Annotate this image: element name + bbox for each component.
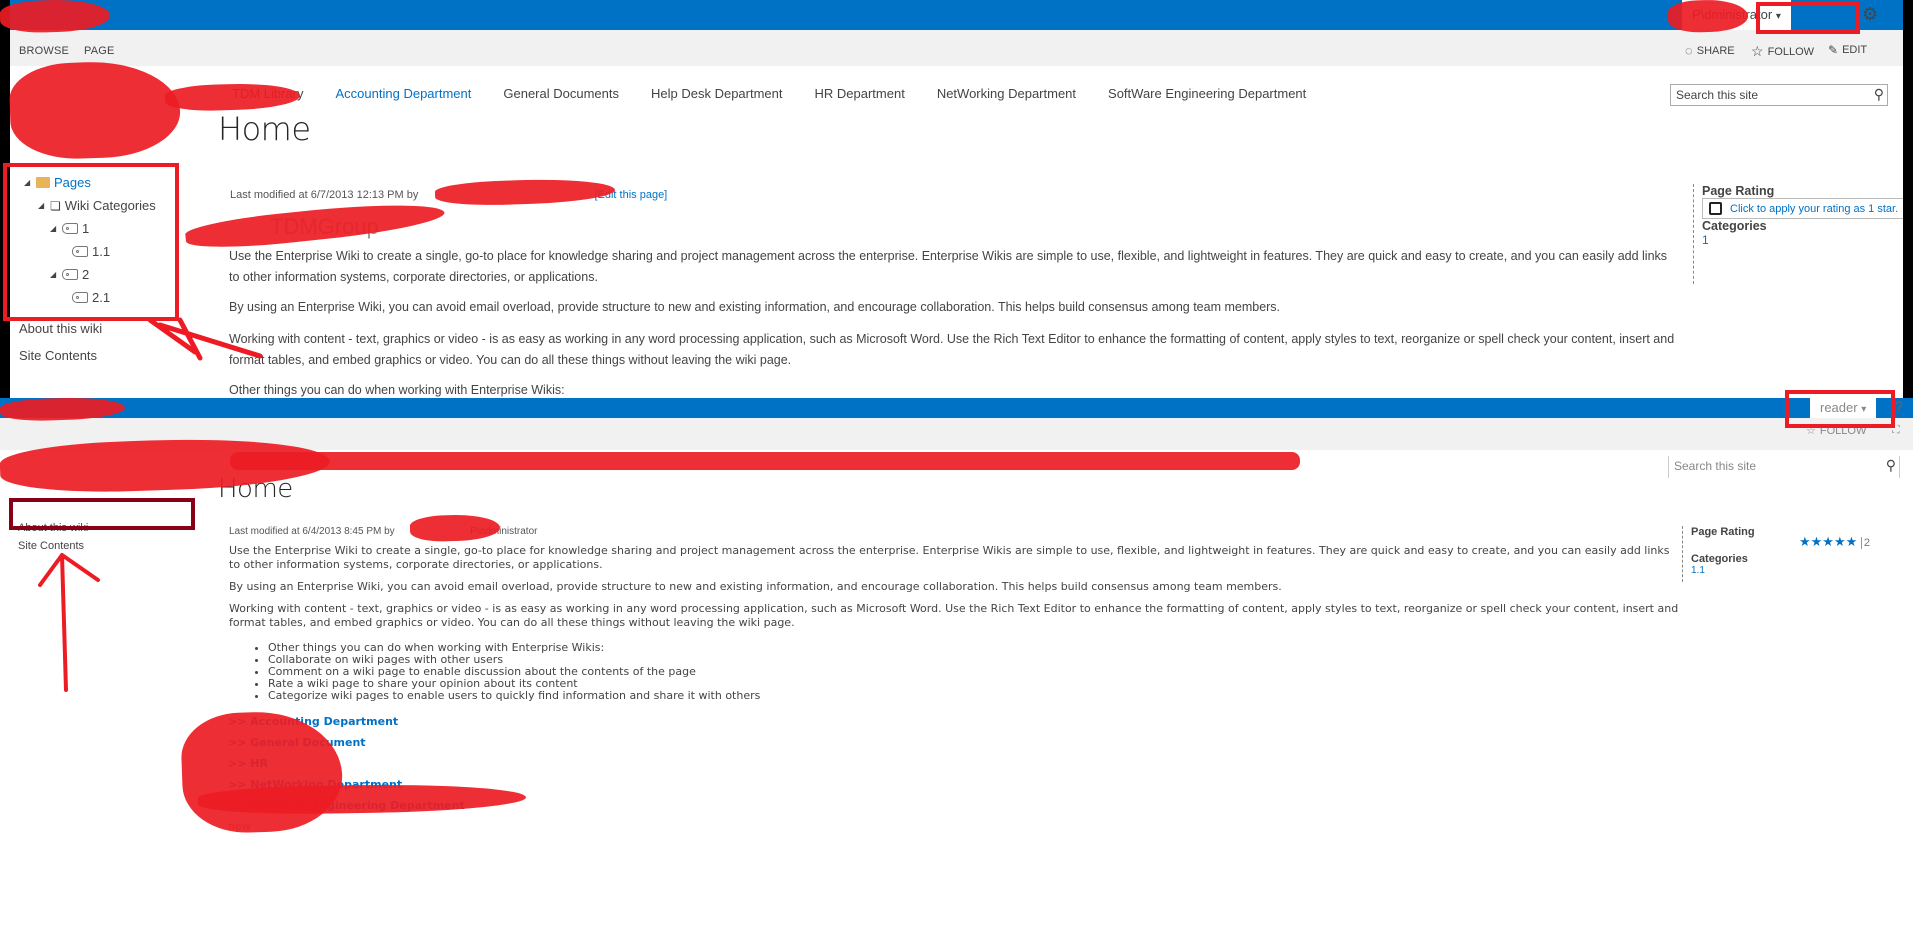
nav-item-networking[interactable]: NetWorking Department <box>937 86 1076 101</box>
rating-checkbox-icon[interactable] <box>1709 202 1722 215</box>
quick-launch-about[interactable]: About this wiki <box>19 321 102 336</box>
category-link[interactable]: 1 <box>1702 233 1913 247</box>
star-icon: ☆ <box>1751 43 1764 59</box>
tab-browse[interactable]: BROWSE <box>19 45 69 57</box>
search-input[interactable]: Search this site ⚲ <box>1668 456 1900 478</box>
edit-label: EDIT <box>1842 44 1868 56</box>
category-link[interactable]: 1.1 <box>1691 565 1755 576</box>
suite-bar <box>10 0 1913 30</box>
redaction-scribble <box>230 452 1300 470</box>
last-modified-text: Last modified at 6/4/2013 8:45 PM by <box>229 526 395 537</box>
follow-label: FOLLOW <box>1767 45 1815 58</box>
top-screenshot-panel: P\dministrator ▾ ⚙ BROWSE PAGE ◌ SHARE ☆… <box>0 0 1913 398</box>
highlight-box-reader-menu <box>1785 390 1895 428</box>
share-icon: ◌ <box>1685 43 1693 58</box>
paragraph: By using an Enterprise Wiki, you can avo… <box>229 300 1281 314</box>
pencil-icon: ✎ <box>1828 43 1839 57</box>
highlight-box-category-tree <box>3 163 179 321</box>
rating-count: 2 <box>1860 537 1871 549</box>
page-rating-heading: Page Rating <box>1702 184 1775 198</box>
highlight-box-missing-tree <box>9 498 195 530</box>
edit-button[interactable]: ✎ EDIT <box>1828 43 1867 57</box>
ribbon: BROWSE PAGE ◌ SHARE ☆ FOLLOW ✎ EDIT <box>10 30 1913 66</box>
search-icon[interactable]: ⚲ <box>1886 457 1896 474</box>
paragraph: Working with content - text, graphics or… <box>229 332 1675 367</box>
nav-item-hr[interactable]: HR Department <box>815 86 905 101</box>
highlight-box-user-menu <box>1756 2 1860 34</box>
bottom-screenshot-panel: reader ▾ ? ☆ FOLLOW ⛶ Search this site ⚲… <box>0 398 1913 939</box>
star-rating[interactable]: ★★★★★ 2 <box>1799 534 1871 550</box>
rating-prompt[interactable]: Click to apply your rating as 1 star. <box>1730 203 1898 215</box>
tab-page[interactable]: PAGE <box>84 45 115 57</box>
feature-list: Other things you can do when working wit… <box>228 642 760 702</box>
share-button[interactable]: ◌ SHARE <box>1685 43 1735 58</box>
paragraph: Other things you can do when working wit… <box>229 383 565 397</box>
page-title: Home <box>218 110 311 148</box>
nav-item-general-documents[interactable]: General Documents <box>503 86 619 101</box>
nav-item-software-engineering[interactable]: SoftWare Engineering Department <box>1108 86 1306 101</box>
paragraph: Use the Enterprise Wiki to create a sing… <box>229 249 1668 284</box>
top-navigation: TDM Library Accounting Department Genera… <box>232 86 1306 101</box>
page-info-column: Page Rating Click to apply your rating a… <box>1693 184 1913 284</box>
categories-heading: Categories <box>1691 553 1748 565</box>
page-info-column: Page Rating ★★★★★ 2 Categories 1.1 <box>1682 526 1871 582</box>
paragraph: Working with content - text, graphics or… <box>229 602 1679 629</box>
nav-item-accounting[interactable]: Accounting Department <box>336 86 472 101</box>
follow-button[interactable]: ☆ FOLLOW <box>1751 43 1814 60</box>
gear-icon[interactable]: ⚙ <box>1862 4 1878 25</box>
categories-heading: Categories <box>1702 219 1767 233</box>
search-placeholder: Search this site <box>1674 459 1757 473</box>
paragraph: By using an Enterprise Wiki, you can avo… <box>229 580 1282 593</box>
page-rating-heading: Page Rating <box>1691 526 1755 538</box>
help-icon[interactable]: ? <box>1895 398 1903 414</box>
search-placeholder: Search this site <box>1676 88 1759 102</box>
list-item: Categorize wiki pages to enable users to… <box>268 690 760 702</box>
stars-icon[interactable]: ★★★★★ <box>1799 534 1857 549</box>
nav-item-help-desk[interactable]: Help Desk Department <box>651 86 783 101</box>
paragraph: Use the Enterprise Wiki to create a sing… <box>229 544 1670 571</box>
search-input[interactable]: Search this site ⚲ <box>1670 84 1888 106</box>
last-modified-text: Last modified at 6/7/2013 12:13 PM by <box>230 189 419 201</box>
rating-control[interactable]: Click to apply your rating as 1 star. <box>1702 198 1913 219</box>
search-icon[interactable]: ⚲ <box>1874 86 1884 103</box>
share-label: SHARE <box>1696 44 1735 57</box>
quick-launch-site-contents[interactable]: Site Contents <box>19 348 97 363</box>
suite-bar <box>0 398 1913 418</box>
quick-launch-site-contents[interactable]: Site Contents <box>18 540 84 552</box>
